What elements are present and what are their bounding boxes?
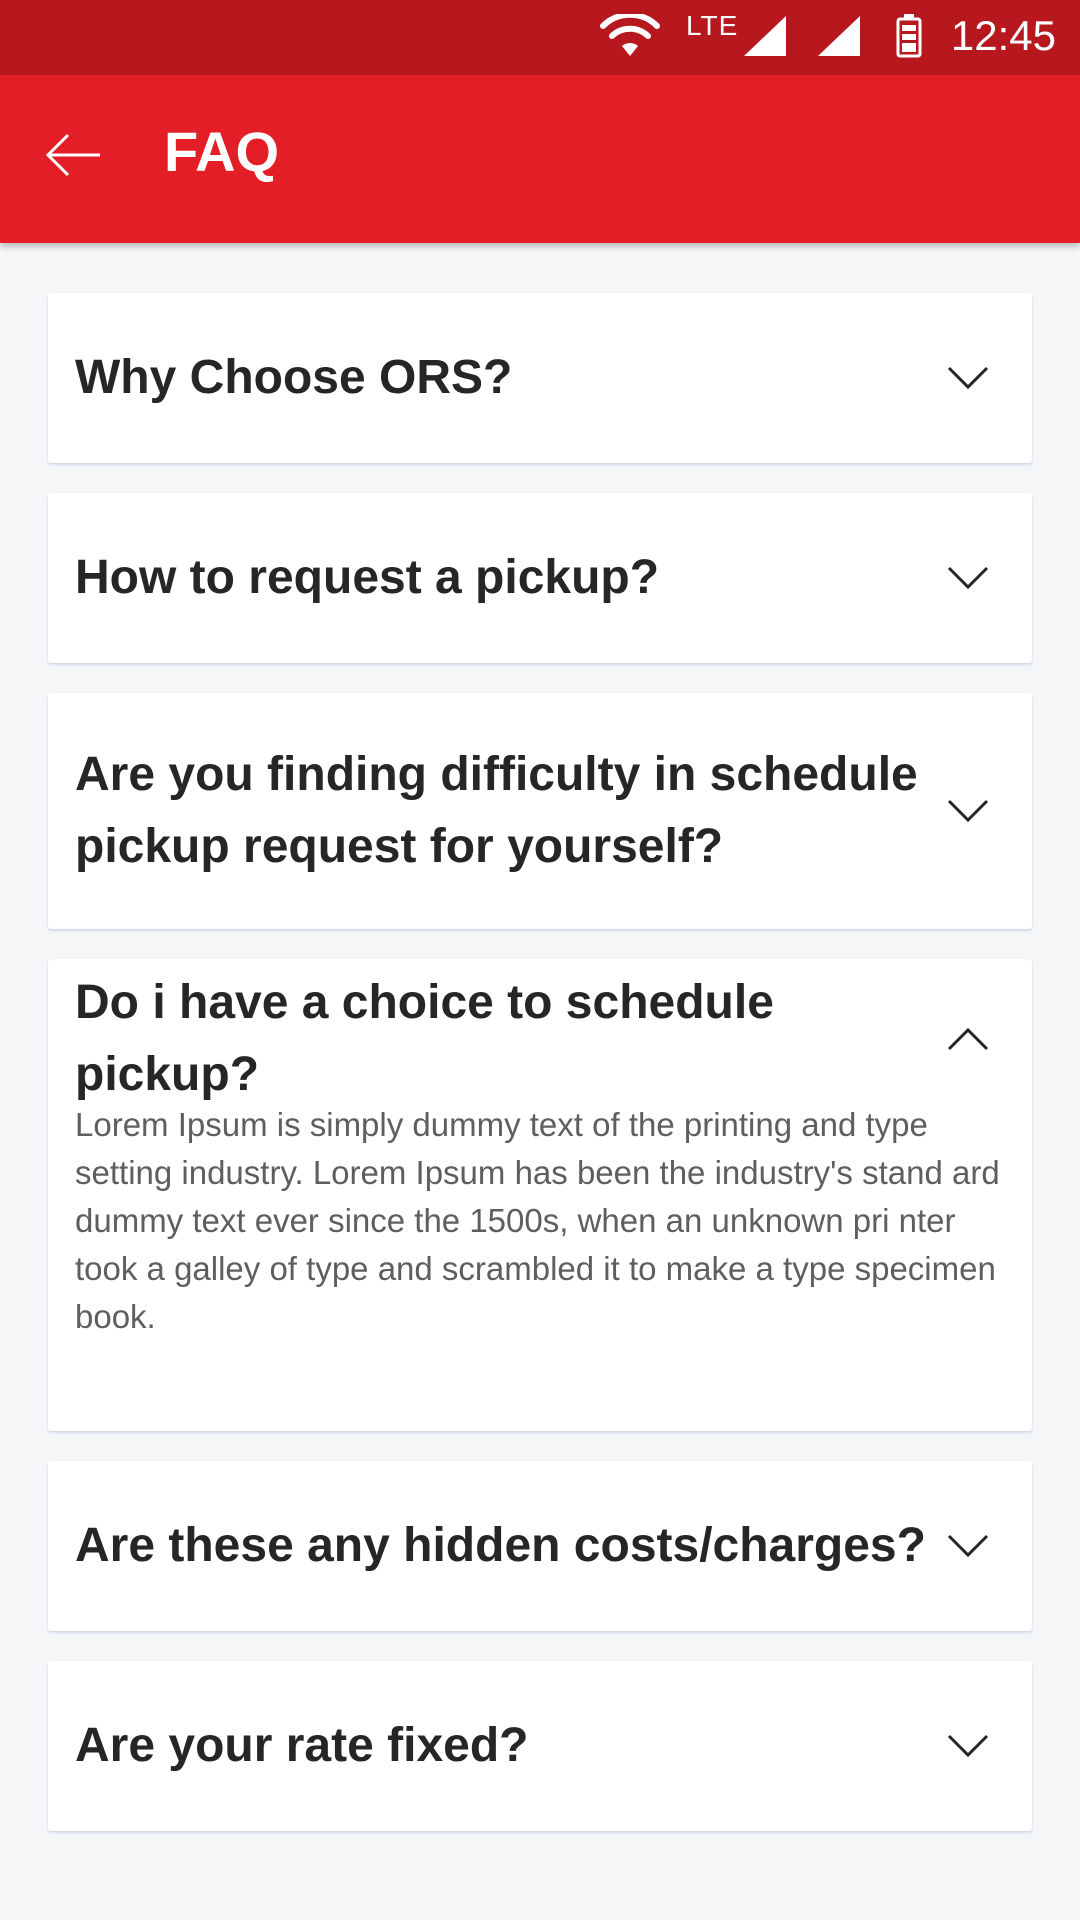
faq-answer: Lorem Ipsum is simply dummy text of the … [75, 1106, 1000, 1335]
chevron-down-icon [947, 1734, 989, 1758]
faq-header[interactable]: Are your rate fixed? [48, 1661, 1032, 1831]
faq-header[interactable]: Are these any hidden costs/charges? [48, 1461, 1032, 1631]
faq-question: How to request a pickup? [75, 551, 660, 604]
page-title: FAQ [164, 120, 280, 183]
chevron-down-icon [947, 566, 989, 590]
faq-item: Are you finding difficulty in schedule p… [48, 693, 1032, 929]
faq-item: Are these any hidden costs/charges? [48, 1461, 1032, 1631]
faq-header[interactable]: Are you finding difficulty in schedule p… [48, 693, 1032, 929]
faq-list: Why Choose ORS? How to request a pickup?… [48, 293, 1032, 1861]
faq-item-expanded: Do i have a choice to schedule pickup? L… [48, 959, 1032, 1431]
signal-icon [818, 16, 860, 56]
faq-question: Why Choose ORS? [75, 351, 513, 404]
status-clock: 12:45 [950, 12, 1056, 59]
chevron-down-icon [947, 1534, 989, 1558]
wifi-icon [600, 14, 660, 56]
faq-question: Do i have a choice to schedule pickup? [75, 976, 774, 1101]
network-type-label: LTE [686, 10, 739, 41]
status-bar: LTE 12:45 [0, 0, 1080, 75]
app-bar: FAQ [0, 75, 1080, 243]
faq-header[interactable]: Do i have a choice to schedule pickup? [48, 959, 1032, 1119]
chevron-down-icon [947, 366, 989, 390]
faq-item: How to request a pickup? [48, 493, 1032, 663]
battery-icon [896, 14, 922, 58]
faq-item: Why Choose ORS? [48, 293, 1032, 463]
arrow-left-icon[interactable] [44, 131, 104, 179]
faq-header[interactable]: How to request a pickup? [48, 493, 1032, 663]
faq-header[interactable]: Why Choose ORS? [48, 293, 1032, 463]
chevron-up-icon [947, 1027, 989, 1051]
faq-question: Are you finding difficulty in schedule p… [75, 748, 918, 873]
lte-signal-icon [744, 16, 786, 56]
faq-item: Are your rate fixed? [48, 1661, 1032, 1831]
faq-question: Are your rate fixed? [75, 1719, 529, 1772]
faq-question: Are these any hidden costs/charges? [75, 1519, 926, 1572]
chevron-down-icon [947, 799, 989, 823]
